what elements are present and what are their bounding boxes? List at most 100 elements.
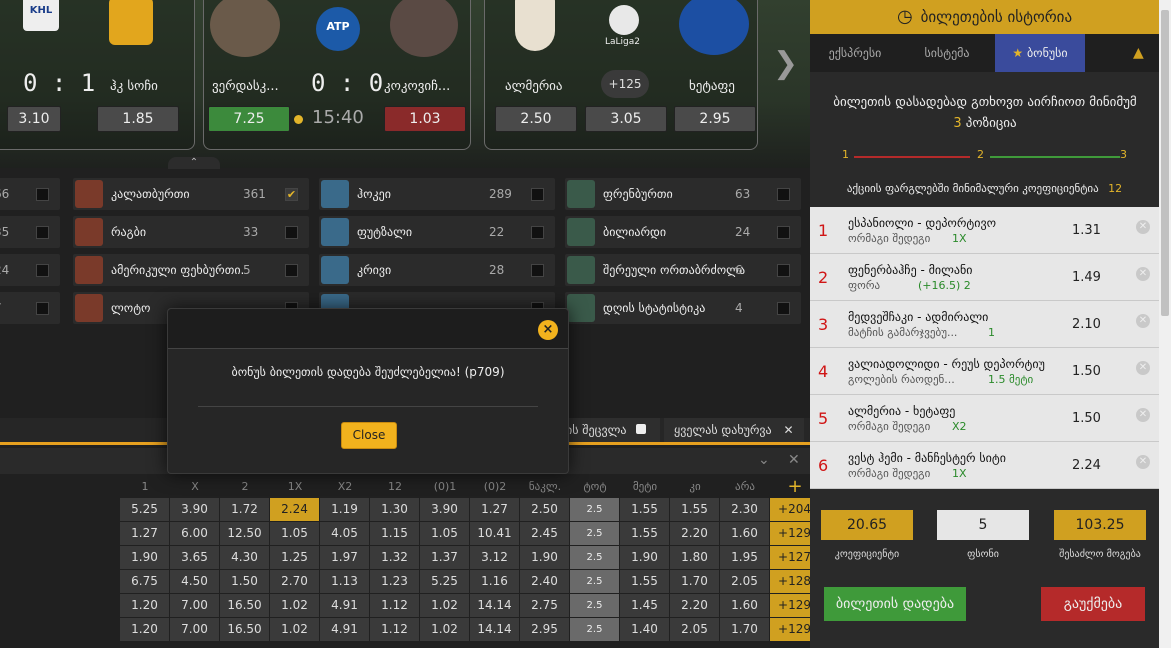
- odds-cell[interactable]: 1.72: [220, 498, 269, 521]
- sport-checkbox[interactable]: [777, 264, 790, 277]
- odds-cell[interactable]: 1.90: [120, 546, 169, 569]
- odds-cell[interactable]: 1.13: [320, 570, 369, 593]
- sport-item[interactable]: ჰოკეი 289: [319, 178, 555, 210]
- odds-cell[interactable]: 3.90: [170, 498, 219, 521]
- sport-checkbox[interactable]: [285, 226, 298, 239]
- sport-item[interactable]: ბილიარდი 24: [565, 216, 801, 248]
- more-markets-button[interactable]: +129: [770, 594, 810, 617]
- tab-express[interactable]: ექსპრესი: [810, 34, 900, 72]
- odds-cell[interactable]: 2.95: [520, 618, 569, 641]
- bet-item[interactable]: 2 ფენერბაჰჩე - მილანი ფორა (+16.5) 2 1.49 ✕: [810, 254, 1159, 301]
- more-markets-button[interactable]: +129: [770, 618, 810, 641]
- odds-cell[interactable]: 2.5: [570, 570, 619, 593]
- odds-cell[interactable]: 12.50: [220, 522, 269, 545]
- odds-cell[interactable]: 1.70: [720, 618, 769, 641]
- bet-item[interactable]: 1 ესპანიოლი - დეპორტივო ორმაგი შედეგი 1X 1.3…: [810, 207, 1159, 254]
- odds-cell[interactable]: 1.02: [420, 594, 469, 617]
- more-markets-button[interactable]: +127: [770, 546, 810, 569]
- odds-cell[interactable]: 1.55: [670, 498, 719, 521]
- odds-cell[interactable]: 4.05: [320, 522, 369, 545]
- odd-button[interactable]: 2.50: [495, 106, 577, 132]
- odds-cell[interactable]: 2.45: [520, 522, 569, 545]
- odds-cell[interactable]: 1.95: [720, 546, 769, 569]
- odds-cell[interactable]: 2.5: [570, 522, 619, 545]
- odds-cell[interactable]: 14.14: [470, 618, 519, 641]
- odds-cell[interactable]: 2.40: [520, 570, 569, 593]
- odds-cell[interactable]: 2.05: [670, 618, 719, 641]
- odds-cell[interactable]: 2.5: [570, 498, 619, 521]
- close-button[interactable]: Close: [341, 422, 397, 449]
- sport-item[interactable]: ამერიკული ფეხბურთი. 5: [73, 254, 309, 286]
- sport-checkbox[interactable]: [777, 188, 790, 201]
- odds-cell[interactable]: 1.30: [370, 498, 419, 521]
- odds-cell[interactable]: 2.70: [270, 570, 319, 593]
- odds-cell[interactable]: 6.00: [170, 522, 219, 545]
- odd-button[interactable]: 3.10: [7, 106, 61, 132]
- add-column-icon[interactable]: +: [770, 476, 810, 498]
- odds-cell[interactable]: 1.27: [120, 522, 169, 545]
- odds-cell[interactable]: 4.50: [170, 570, 219, 593]
- sport-checkbox[interactable]: [777, 302, 790, 315]
- odds-cell[interactable]: 1.05: [270, 522, 319, 545]
- sport-item[interactable]: 66: [0, 178, 60, 210]
- match-card-1[interactable]: KHL 0 : 1 ჰკ სოჩი 3.10 1.85: [0, 0, 195, 150]
- odds-cell[interactable]: 3.12: [470, 546, 519, 569]
- sport-checkbox[interactable]: [36, 188, 49, 201]
- sport-item[interactable]: კრივი 28: [319, 254, 555, 286]
- odds-cell[interactable]: 5.25: [420, 570, 469, 593]
- odd-button[interactable]: 1.03: [384, 106, 466, 132]
- odds-cell[interactable]: 1.90: [520, 546, 569, 569]
- odds-cell[interactable]: 1.25: [270, 546, 319, 569]
- odds-cell[interactable]: 1.02: [270, 618, 319, 641]
- odd-button[interactable]: 2.95: [674, 106, 756, 132]
- change-button[interactable]: ის შეცვლა: [560, 418, 660, 442]
- odds-cell[interactable]: 4.30: [220, 546, 269, 569]
- bet-item[interactable]: 5 ალმერია - ხეტაფე ორმაგი შედეგი X2 1.50 ✕: [810, 395, 1159, 442]
- sport-item[interactable]: კალათბურთი 361 ✔: [73, 178, 309, 210]
- odds-cell[interactable]: 3.65: [170, 546, 219, 569]
- more-markets-button[interactable]: +128: [770, 570, 810, 593]
- remove-bet-icon[interactable]: ✕: [1136, 314, 1150, 328]
- odds-cell[interactable]: 7.00: [170, 594, 219, 617]
- pin-icon[interactable]: ▲: [1133, 45, 1147, 61]
- odds-cell[interactable]: 2.05: [720, 570, 769, 593]
- odds-cell[interactable]: 1.19: [320, 498, 369, 521]
- sport-checkbox[interactable]: [36, 302, 49, 315]
- more-markets-button[interactable]: +204: [770, 498, 810, 521]
- odd-button[interactable]: 1.85: [97, 106, 179, 132]
- scrollbar-thumb[interactable]: [1161, 10, 1169, 316]
- odds-cell[interactable]: 2.75: [520, 594, 569, 617]
- remove-bet-icon[interactable]: ✕: [1136, 220, 1150, 234]
- odds-cell[interactable]: 16.50: [220, 618, 269, 641]
- odds-cell[interactable]: 1.55: [620, 570, 669, 593]
- sport-checkbox[interactable]: [36, 264, 49, 277]
- bet-item[interactable]: 3 მედვეშჩაკი - ადმირალი მატჩის გამარჯვებუ.…: [810, 301, 1159, 348]
- odds-cell[interactable]: 1.60: [720, 594, 769, 617]
- sport-item[interactable]: 24: [0, 254, 60, 286]
- odds-cell[interactable]: 1.90: [620, 546, 669, 569]
- remove-bet-icon[interactable]: ✕: [1136, 408, 1150, 422]
- sport-item[interactable]: 35: [0, 216, 60, 248]
- odds-cell[interactable]: 14.14: [470, 594, 519, 617]
- odds-cell[interactable]: 2.20: [670, 522, 719, 545]
- odds-cell[interactable]: 1.20: [120, 618, 169, 641]
- place-bet-button[interactable]: ბილეთის დადება: [824, 587, 966, 621]
- stake-input[interactable]: 5: [937, 510, 1029, 540]
- odd-button[interactable]: 3.05: [585, 106, 667, 132]
- sport-checkbox[interactable]: [285, 264, 298, 277]
- remove-bet-icon[interactable]: ✕: [1136, 361, 1150, 375]
- odds-cell[interactable]: 1.70: [670, 570, 719, 593]
- odds-cell[interactable]: 1.20: [120, 594, 169, 617]
- odds-cell[interactable]: 1.27: [470, 498, 519, 521]
- odds-cell[interactable]: 1.55: [620, 522, 669, 545]
- odds-cell[interactable]: 2.50: [520, 498, 569, 521]
- odds-cell[interactable]: 2.20: [670, 594, 719, 617]
- odds-cell[interactable]: 1.60: [720, 522, 769, 545]
- odds-cell[interactable]: 1.23: [370, 570, 419, 593]
- odds-cell[interactable]: 1.05: [420, 522, 469, 545]
- sport-item[interactable]: ფრენბურთი 63: [565, 178, 801, 210]
- odds-cell[interactable]: 1.02: [270, 594, 319, 617]
- close-icon[interactable]: ×: [538, 320, 558, 340]
- sport-checkbox[interactable]: [531, 264, 544, 277]
- sport-checkbox[interactable]: [531, 188, 544, 201]
